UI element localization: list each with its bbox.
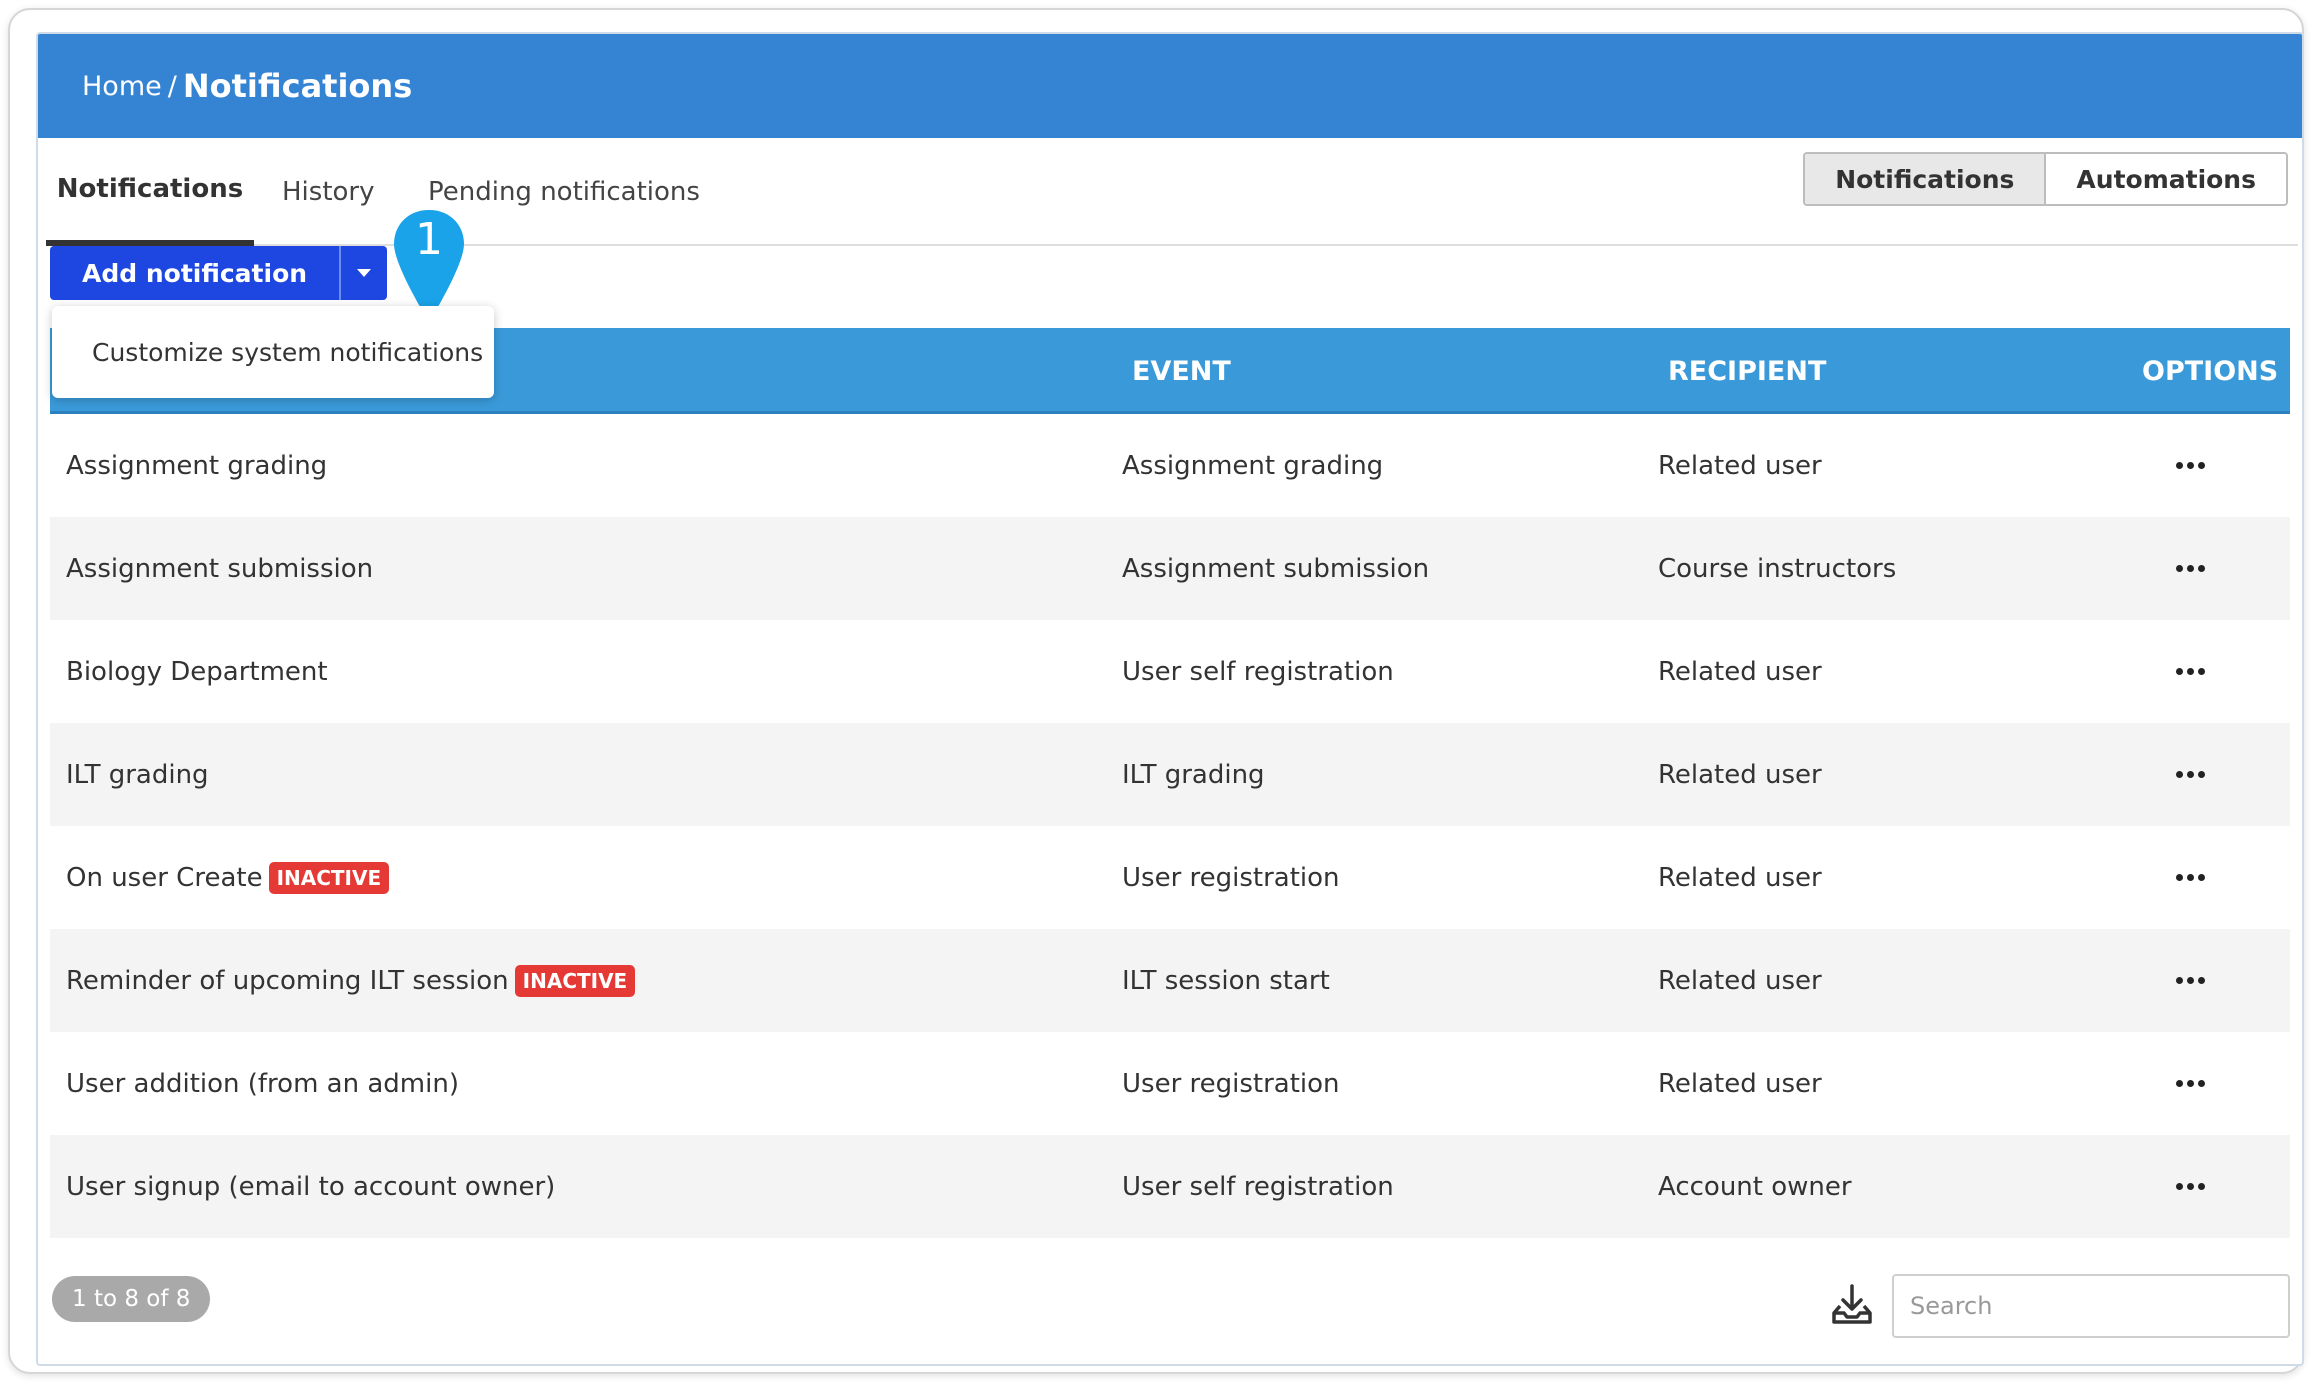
add-notification-dropdown-menu: Customize system notifications (52, 306, 494, 398)
notification-name[interactable]: Assignment submission (66, 554, 373, 584)
tab-history[interactable]: History (282, 138, 375, 246)
page-header: Home / Notifications (38, 34, 2302, 138)
notifications-table-body: Assignment grading Assignment grading Rela… (50, 414, 2290, 1238)
row-options-button[interactable] (2168, 414, 2212, 517)
recipient-cell: Related user (1658, 656, 1822, 687)
add-notification-split-button: Add notification (50, 246, 388, 300)
recipient-cell: Related user (1658, 965, 1822, 996)
caret-down-icon (357, 269, 372, 277)
more-horizontal-icon (2175, 874, 2205, 881)
recipient-cell: Account owner (1658, 1171, 1852, 1202)
table-row[interactable]: On user Create INACTIVE User registration R… (50, 826, 2290, 929)
notification-name-cell: Biology Department (66, 620, 328, 723)
add-notification-dropdown-toggle[interactable] (339, 246, 388, 300)
page-title: Notifications (182, 67, 413, 105)
more-horizontal-icon (2175, 1183, 2205, 1190)
breadcrumb-home[interactable]: Home (82, 71, 162, 102)
table-row[interactable]: Assignment grading Assignment grading Rela… (50, 414, 2290, 517)
callout-number: 1 (415, 214, 443, 265)
notification-name-cell: User signup (email to account owner) (66, 1135, 555, 1238)
row-options-button[interactable] (2168, 723, 2212, 826)
more-horizontal-icon (2175, 977, 2205, 984)
table-row[interactable]: User signup (email to account owner) User… (50, 1135, 2290, 1238)
table-row[interactable]: Biology Department User self registration… (50, 620, 2290, 723)
row-options-button[interactable] (2168, 929, 2212, 1032)
recipient-cell: Related user (1658, 1068, 1822, 1099)
notification-name-cell: On user Create INACTIVE (66, 826, 390, 929)
table-row[interactable]: Assignment submission Assignment submissi… (50, 517, 2290, 620)
notification-name-cell: Assignment submission (66, 517, 373, 620)
notification-name[interactable]: User signup (email to account owner) (66, 1172, 555, 1202)
recipient-cell: Related user (1658, 759, 1822, 790)
event-cell: User registration (1122, 1068, 1340, 1099)
event-cell: ILT grading (1122, 759, 1265, 790)
recipient-cell: Related user (1658, 862, 1822, 893)
notification-name[interactable]: Reminder of upcoming ILT session (66, 966, 509, 996)
table-row[interactable]: User addition (from an admin) User regist… (50, 1032, 2290, 1135)
notification-name-cell: User addition (from an admin) (66, 1032, 459, 1135)
tab-pending-notifications[interactable]: Pending notifications (428, 138, 700, 246)
status-badge-inactive: INACTIVE (268, 861, 390, 894)
more-horizontal-icon (2175, 668, 2205, 675)
row-options-button[interactable] (2168, 826, 2212, 929)
event-cell: Assignment submission (1122, 553, 1430, 584)
toggle-notifications-button[interactable]: Notifications (1805, 154, 2047, 204)
notifications-panel: Home / Notifications Notifications Histo… (36, 32, 2304, 1366)
toggle-automations-button[interactable]: Automations (2046, 154, 2286, 204)
search-input[interactable] (1892, 1274, 2290, 1338)
pagination-summary: 1 to 8 of 8 (52, 1276, 211, 1322)
recipient-cell: Related user (1658, 450, 1822, 481)
row-options-button[interactable] (2168, 1032, 2212, 1135)
event-cell: Assignment grading (1122, 450, 1384, 481)
notification-name-cell: Reminder of upcoming ILT session INACTIVE (66, 929, 636, 1032)
column-header-recipient[interactable]: RECIPIENT (1668, 328, 1826, 414)
event-cell: User self registration (1122, 656, 1394, 687)
column-header-event[interactable]: EVENT (1132, 328, 1231, 414)
table-row[interactable]: ILT grading ILT grading Related user (50, 723, 2290, 826)
row-options-button[interactable] (2168, 620, 2212, 723)
notification-name-cell: Assignment grading (66, 414, 327, 517)
recipient-cell: Course instructors (1658, 553, 1897, 584)
view-toggle: Notifications Automations (1803, 152, 2288, 206)
notification-name[interactable]: User addition (from an admin) (66, 1069, 459, 1099)
notification-name[interactable]: ILT grading (66, 760, 209, 790)
event-cell: ILT session start (1122, 965, 1330, 996)
menu-item-customize-system-notifications[interactable]: Customize system notifications (92, 338, 483, 367)
row-options-button[interactable] (2168, 1135, 2212, 1238)
more-horizontal-icon (2175, 1080, 2205, 1087)
event-cell: User registration (1122, 862, 1340, 893)
notification-name-cell: ILT grading (66, 723, 209, 826)
column-header-options: OPTIONS (2142, 355, 2279, 387)
row-options-button[interactable] (2168, 517, 2212, 620)
table-row[interactable]: Reminder of upcoming ILT session INACTIVE… (50, 929, 2290, 1032)
status-badge-inactive: INACTIVE (514, 964, 636, 997)
more-horizontal-icon (2175, 462, 2205, 469)
breadcrumb-separator: / (167, 70, 177, 102)
export-download-icon[interactable] (1828, 1280, 1876, 1328)
more-horizontal-icon (2175, 771, 2205, 778)
app-window: Home / Notifications Notifications Histo… (8, 8, 2304, 1374)
notification-name[interactable]: On user Create (66, 863, 263, 893)
tab-notifications[interactable]: Notifications (46, 138, 254, 246)
notification-name[interactable]: Biology Department (66, 657, 328, 687)
more-horizontal-icon (2175, 565, 2205, 572)
notification-name[interactable]: Assignment grading (66, 451, 327, 481)
add-notification-button[interactable]: Add notification (50, 246, 340, 300)
event-cell: User self registration (1122, 1171, 1394, 1202)
